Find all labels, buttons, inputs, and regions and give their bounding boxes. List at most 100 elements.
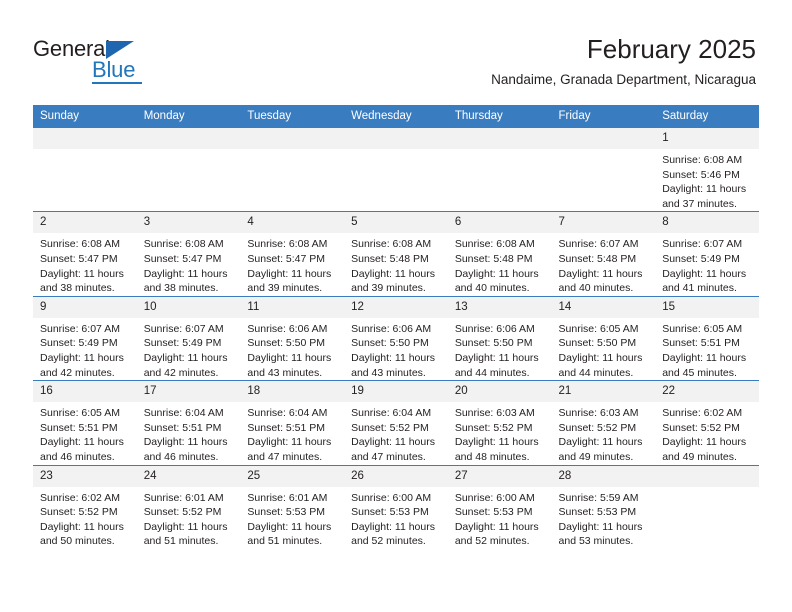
sunrise-time: Sunrise: 6:07 AM <box>558 238 639 251</box>
calendar-day-cell[interactable]: 4 Sunrise: 6:08 AM Sunset: 5:47 PM Daylight… <box>240 211 345 297</box>
calendar-day-cell[interactable]: 19 Sunrise: 6:04 AM Sunset: 5:52 PM Dayligh… <box>344 380 448 465</box>
sunrise-time: Sunrise: 5:59 AM <box>558 491 639 504</box>
sunrise-time: Sunrise: 6:07 AM <box>662 238 743 251</box>
day-number <box>344 128 448 149</box>
sunrise-time: Sunrise: 6:06 AM <box>351 322 432 335</box>
daylight-duration-line1: Daylight: 11 hours <box>40 436 124 449</box>
sunrise-time: Sunrise: 6:06 AM <box>247 322 328 335</box>
calendar-day-cell[interactable]: 11 Sunrise: 6:06 AM Sunset: 5:50 PM Dayligh… <box>240 295 345 381</box>
calendar-day-cell[interactable]: 26 Sunrise: 6:00 AM Sunset: 5:53 PM Dayligh… <box>344 464 448 549</box>
calendar-day-cell-empty <box>447 126 552 212</box>
calendar-day-cell-empty <box>33 126 137 212</box>
weekday-header-thursday: Thursday <box>447 105 552 128</box>
calendar-day-cell[interactable]: 5 Sunrise: 6:08 AM Sunset: 5:48 PM Daylight… <box>344 211 448 297</box>
day-number: 20 <box>447 381 552 403</box>
day-details: Sunrise: 6:04 AM Sunset: 5:51 PM Daylight:… <box>240 402 344 464</box>
day-number <box>240 128 345 149</box>
day-number: 16 <box>33 381 137 403</box>
daylight-duration-line2: and 44 minutes. <box>558 366 634 379</box>
daylight-duration-line2: and 43 minutes. <box>247 366 323 379</box>
calendar-week-row: 9 Sunrise: 6:07 AM Sunset: 5:49 PM Daylight… <box>33 295 759 381</box>
day-details: Sunrise: 6:04 AM Sunset: 5:52 PM Daylight:… <box>344 402 448 464</box>
daylight-duration-line2: and 47 minutes. <box>247 450 323 463</box>
calendar-day-cell[interactable]: 10 Sunrise: 6:07 AM Sunset: 5:49 PM Dayligh… <box>136 295 241 381</box>
daylight-duration-line1: Daylight: 11 hours <box>351 351 435 364</box>
daylight-duration-line2: and 40 minutes. <box>558 282 634 295</box>
daylight-duration-line1: Daylight: 11 hours <box>247 436 332 449</box>
calendar-body: 1 Sunrise: 6:08 AM Sunset: 5:46 PM Daylight… <box>33 126 759 549</box>
daylight-duration-line2: and 46 minutes. <box>40 450 115 463</box>
sunrise-time: Sunrise: 6:00 AM <box>351 491 432 504</box>
day-number <box>655 465 759 487</box>
calendar-day-cell[interactable]: 18 Sunrise: 6:04 AM Sunset: 5:51 PM Dayligh… <box>240 380 345 465</box>
day-number: 28 <box>551 465 656 487</box>
daylight-duration-line2: and 39 minutes. <box>247 282 323 295</box>
calendar-day-cell[interactable]: 13 Sunrise: 6:06 AM Sunset: 5:50 PM Dayligh… <box>447 295 552 381</box>
daylight-duration-line2: and 49 minutes. <box>662 450 737 463</box>
daylight-duration-line1: Daylight: 11 hours <box>40 267 124 280</box>
logo-underline <box>92 82 142 84</box>
day-number <box>447 128 552 149</box>
calendar-day-cell[interactable]: 20 Sunrise: 6:03 AM Sunset: 5:52 PM Dayligh… <box>447 380 552 465</box>
sunset-time: Sunset: 5:48 PM <box>454 252 533 265</box>
daylight-duration-line1: Daylight: 11 hours <box>247 520 332 533</box>
sunset-time: Sunset: 5:51 PM <box>662 337 740 350</box>
day-number: 12 <box>344 296 448 318</box>
sunset-time: Sunset: 5:50 PM <box>351 337 429 350</box>
calendar-day-cell[interactable]: 12 Sunrise: 6:06 AM Sunset: 5:50 PM Dayligh… <box>344 295 448 381</box>
calendar-header-row: Sunday Monday Tuesday Wednesday Thursday Frid… <box>33 105 759 128</box>
sunset-time: Sunset: 5:50 PM <box>247 337 326 350</box>
daylight-duration-line2: and 38 minutes. <box>40 282 115 295</box>
calendar-day-cell[interactable]: 1 Sunrise: 6:08 AM Sunset: 5:46 PM Daylight… <box>655 126 759 212</box>
day-number: 4 <box>240 212 345 234</box>
sunset-time: Sunset: 5:52 PM <box>351 421 429 434</box>
calendar-day-cell-empty <box>136 126 241 212</box>
calendar-day-cell[interactable]: 24 Sunrise: 6:01 AM Sunset: 5:52 PM Dayligh… <box>136 464 241 549</box>
calendar-day-cell[interactable]: 22 Sunrise: 6:02 AM Sunset: 5:52 PM Dayligh… <box>655 380 759 465</box>
sunrise-time: Sunrise: 6:08 AM <box>143 238 224 251</box>
day-details: Sunrise: 6:02 AM Sunset: 5:52 PM Daylight:… <box>655 402 759 464</box>
day-number <box>551 128 656 149</box>
day-number: 22 <box>655 381 759 403</box>
calendar-day-cell[interactable]: 21 Sunrise: 6:03 AM Sunset: 5:52 PM Dayligh… <box>551 380 656 465</box>
sunrise-time: Sunrise: 6:04 AM <box>247 407 328 420</box>
calendar-day-cell[interactable]: 7 Sunrise: 6:07 AM Sunset: 5:48 PM Daylight… <box>551 211 656 297</box>
calendar-day-cell[interactable]: 6 Sunrise: 6:08 AM Sunset: 5:48 PM Daylight… <box>447 211 552 297</box>
daylight-duration-line1: Daylight: 11 hours <box>351 520 435 533</box>
calendar-day-cell[interactable]: 9 Sunrise: 6:07 AM Sunset: 5:49 PM Daylight… <box>33 295 137 381</box>
calendar-day-cell[interactable]: 3 Sunrise: 6:08 AM Sunset: 5:47 PM Daylight… <box>136 211 241 297</box>
sunrise-time: Sunrise: 6:03 AM <box>558 407 639 420</box>
daylight-duration-line1: Daylight: 11 hours <box>662 436 747 449</box>
calendar-day-cell[interactable]: 16 Sunrise: 6:05 AM Sunset: 5:51 PM Dayligh… <box>33 380 137 465</box>
daylight-duration-line2: and 42 minutes. <box>143 366 219 379</box>
day-details: Sunrise: 6:08 AM Sunset: 5:48 PM Daylight:… <box>344 233 448 295</box>
sunset-time: Sunset: 5:47 PM <box>40 252 118 265</box>
day-details: Sunrise: 6:06 AM Sunset: 5:50 PM Daylight:… <box>448 318 552 380</box>
calendar-day-cell[interactable]: 27 Sunrise: 6:00 AM Sunset: 5:53 PM Dayligh… <box>447 464 552 549</box>
calendar-day-cell[interactable]: 15 Sunrise: 6:05 AM Sunset: 5:51 PM Dayligh… <box>655 295 759 381</box>
calendar-day-cell[interactable]: 2 Sunrise: 6:08 AM Sunset: 5:47 PM Daylight… <box>33 211 137 297</box>
calendar-day-cell[interactable]: 8 Sunrise: 6:07 AM Sunset: 5:49 PM Daylight… <box>655 211 759 297</box>
day-details: Sunrise: 6:04 AM Sunset: 5:51 PM Daylight:… <box>137 402 241 464</box>
calendar-day-cell[interactable]: 17 Sunrise: 6:04 AM Sunset: 5:51 PM Dayligh… <box>136 380 241 465</box>
calendar-week-row: 23 Sunrise: 6:02 AM Sunset: 5:52 PM Dayligh… <box>33 464 759 549</box>
daylight-duration-line2: and 48 minutes. <box>454 450 530 463</box>
sunset-time: Sunset: 5:46 PM <box>662 168 740 181</box>
daylight-duration-line1: Daylight: 11 hours <box>247 351 332 364</box>
daylight-duration-line2: and 40 minutes. <box>454 282 530 295</box>
daylight-duration-line1: Daylight: 11 hours <box>454 436 539 449</box>
daylight-duration-line1: Daylight: 11 hours <box>143 436 228 449</box>
day-details: Sunrise: 6:07 AM Sunset: 5:49 PM Daylight:… <box>137 318 241 380</box>
calendar-day-cell[interactable]: 28 Sunrise: 5:59 AM Sunset: 5:53 PM Dayligh… <box>551 464 656 549</box>
calendar-day-cell[interactable]: 14 Sunrise: 6:05 AM Sunset: 5:50 PM Dayligh… <box>551 295 656 381</box>
calendar-day-cell[interactable]: 23 Sunrise: 6:02 AM Sunset: 5:52 PM Dayligh… <box>33 464 137 549</box>
calendar-day-cell[interactable]: 25 Sunrise: 6:01 AM Sunset: 5:53 PM Dayligh… <box>240 464 345 549</box>
day-details: Sunrise: 6:08 AM Sunset: 5:48 PM Daylight:… <box>448 233 552 295</box>
daylight-duration-line1: Daylight: 11 hours <box>558 267 643 280</box>
sunset-time: Sunset: 5:49 PM <box>40 337 118 350</box>
day-number: 23 <box>33 465 137 487</box>
general-blue-logo[interactable]: General Blue <box>33 37 173 84</box>
day-details: Sunrise: 6:08 AM Sunset: 5:46 PM Daylight:… <box>655 149 759 211</box>
daylight-duration-line1: Daylight: 11 hours <box>143 520 228 533</box>
sunset-time: Sunset: 5:53 PM <box>558 506 637 519</box>
